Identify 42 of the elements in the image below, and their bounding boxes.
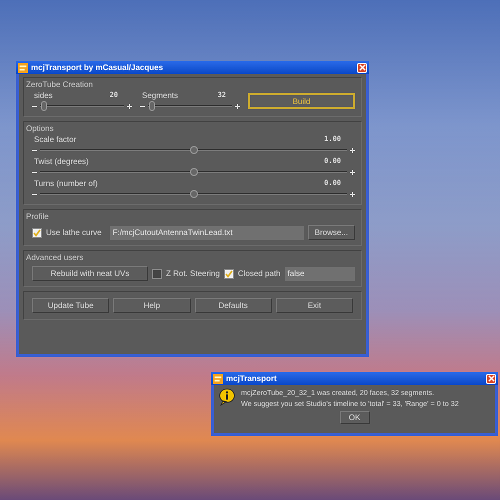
checkbox-label: Closed path xyxy=(238,269,281,278)
slider-label: Twist (degrees) xyxy=(34,157,89,166)
browse-button[interactable]: Browse... xyxy=(308,225,355,240)
plus-icon xyxy=(350,170,355,174)
action-button[interactable]: Help xyxy=(113,298,190,313)
plus-icon xyxy=(127,104,132,108)
slider-label: sides xyxy=(34,91,53,100)
app-icon xyxy=(213,374,223,384)
slider-label: Scale factor xyxy=(34,135,76,144)
path-field[interactable]: F:/mcjCutoutAntennaTwinLead.txt xyxy=(110,226,304,240)
slider-thumb[interactable] xyxy=(190,168,198,176)
action-button[interactable]: Exit xyxy=(276,298,353,313)
group-title: Options xyxy=(26,124,55,133)
checkbox[interactable] xyxy=(224,268,234,278)
slider-label: Segments xyxy=(142,91,178,100)
group-title: Advanced users xyxy=(26,253,84,262)
value-field[interactable]: false xyxy=(284,266,355,280)
app-icon xyxy=(18,62,28,72)
info-icon xyxy=(219,388,235,406)
slider-thumb[interactable] xyxy=(190,190,198,198)
close-button[interactable] xyxy=(486,374,496,384)
rebuild-button[interactable]: Rebuild with neat UVs xyxy=(32,266,148,281)
group-title: ZeroTube Creation xyxy=(26,80,94,89)
action-button[interactable]: Update Tube xyxy=(32,298,110,313)
action-button[interactable]: Defaults xyxy=(194,298,272,313)
window-title: mcjTransport by mCasual/Jacques xyxy=(31,63,164,72)
checkbox[interactable] xyxy=(152,268,162,278)
slider-label: Turns (number of) xyxy=(34,179,98,188)
window-title: mcjTransport xyxy=(226,374,278,383)
group-title: Profile xyxy=(26,212,50,221)
ok-button[interactable]: OK xyxy=(340,411,370,424)
plus-icon xyxy=(350,148,355,152)
checkbox[interactable] xyxy=(32,228,42,238)
plus-icon xyxy=(235,104,240,108)
slider-thumb[interactable] xyxy=(149,101,156,111)
checkbox-label: Use lathe curve xyxy=(46,228,102,237)
close-button[interactable] xyxy=(357,62,367,72)
plus-icon xyxy=(350,192,355,196)
build-button[interactable]: Build xyxy=(248,93,355,109)
checkbox-label: Z Rot. Steering xyxy=(166,269,220,278)
slider-thumb[interactable] xyxy=(190,146,198,154)
slider-thumb[interactable] xyxy=(41,101,48,111)
